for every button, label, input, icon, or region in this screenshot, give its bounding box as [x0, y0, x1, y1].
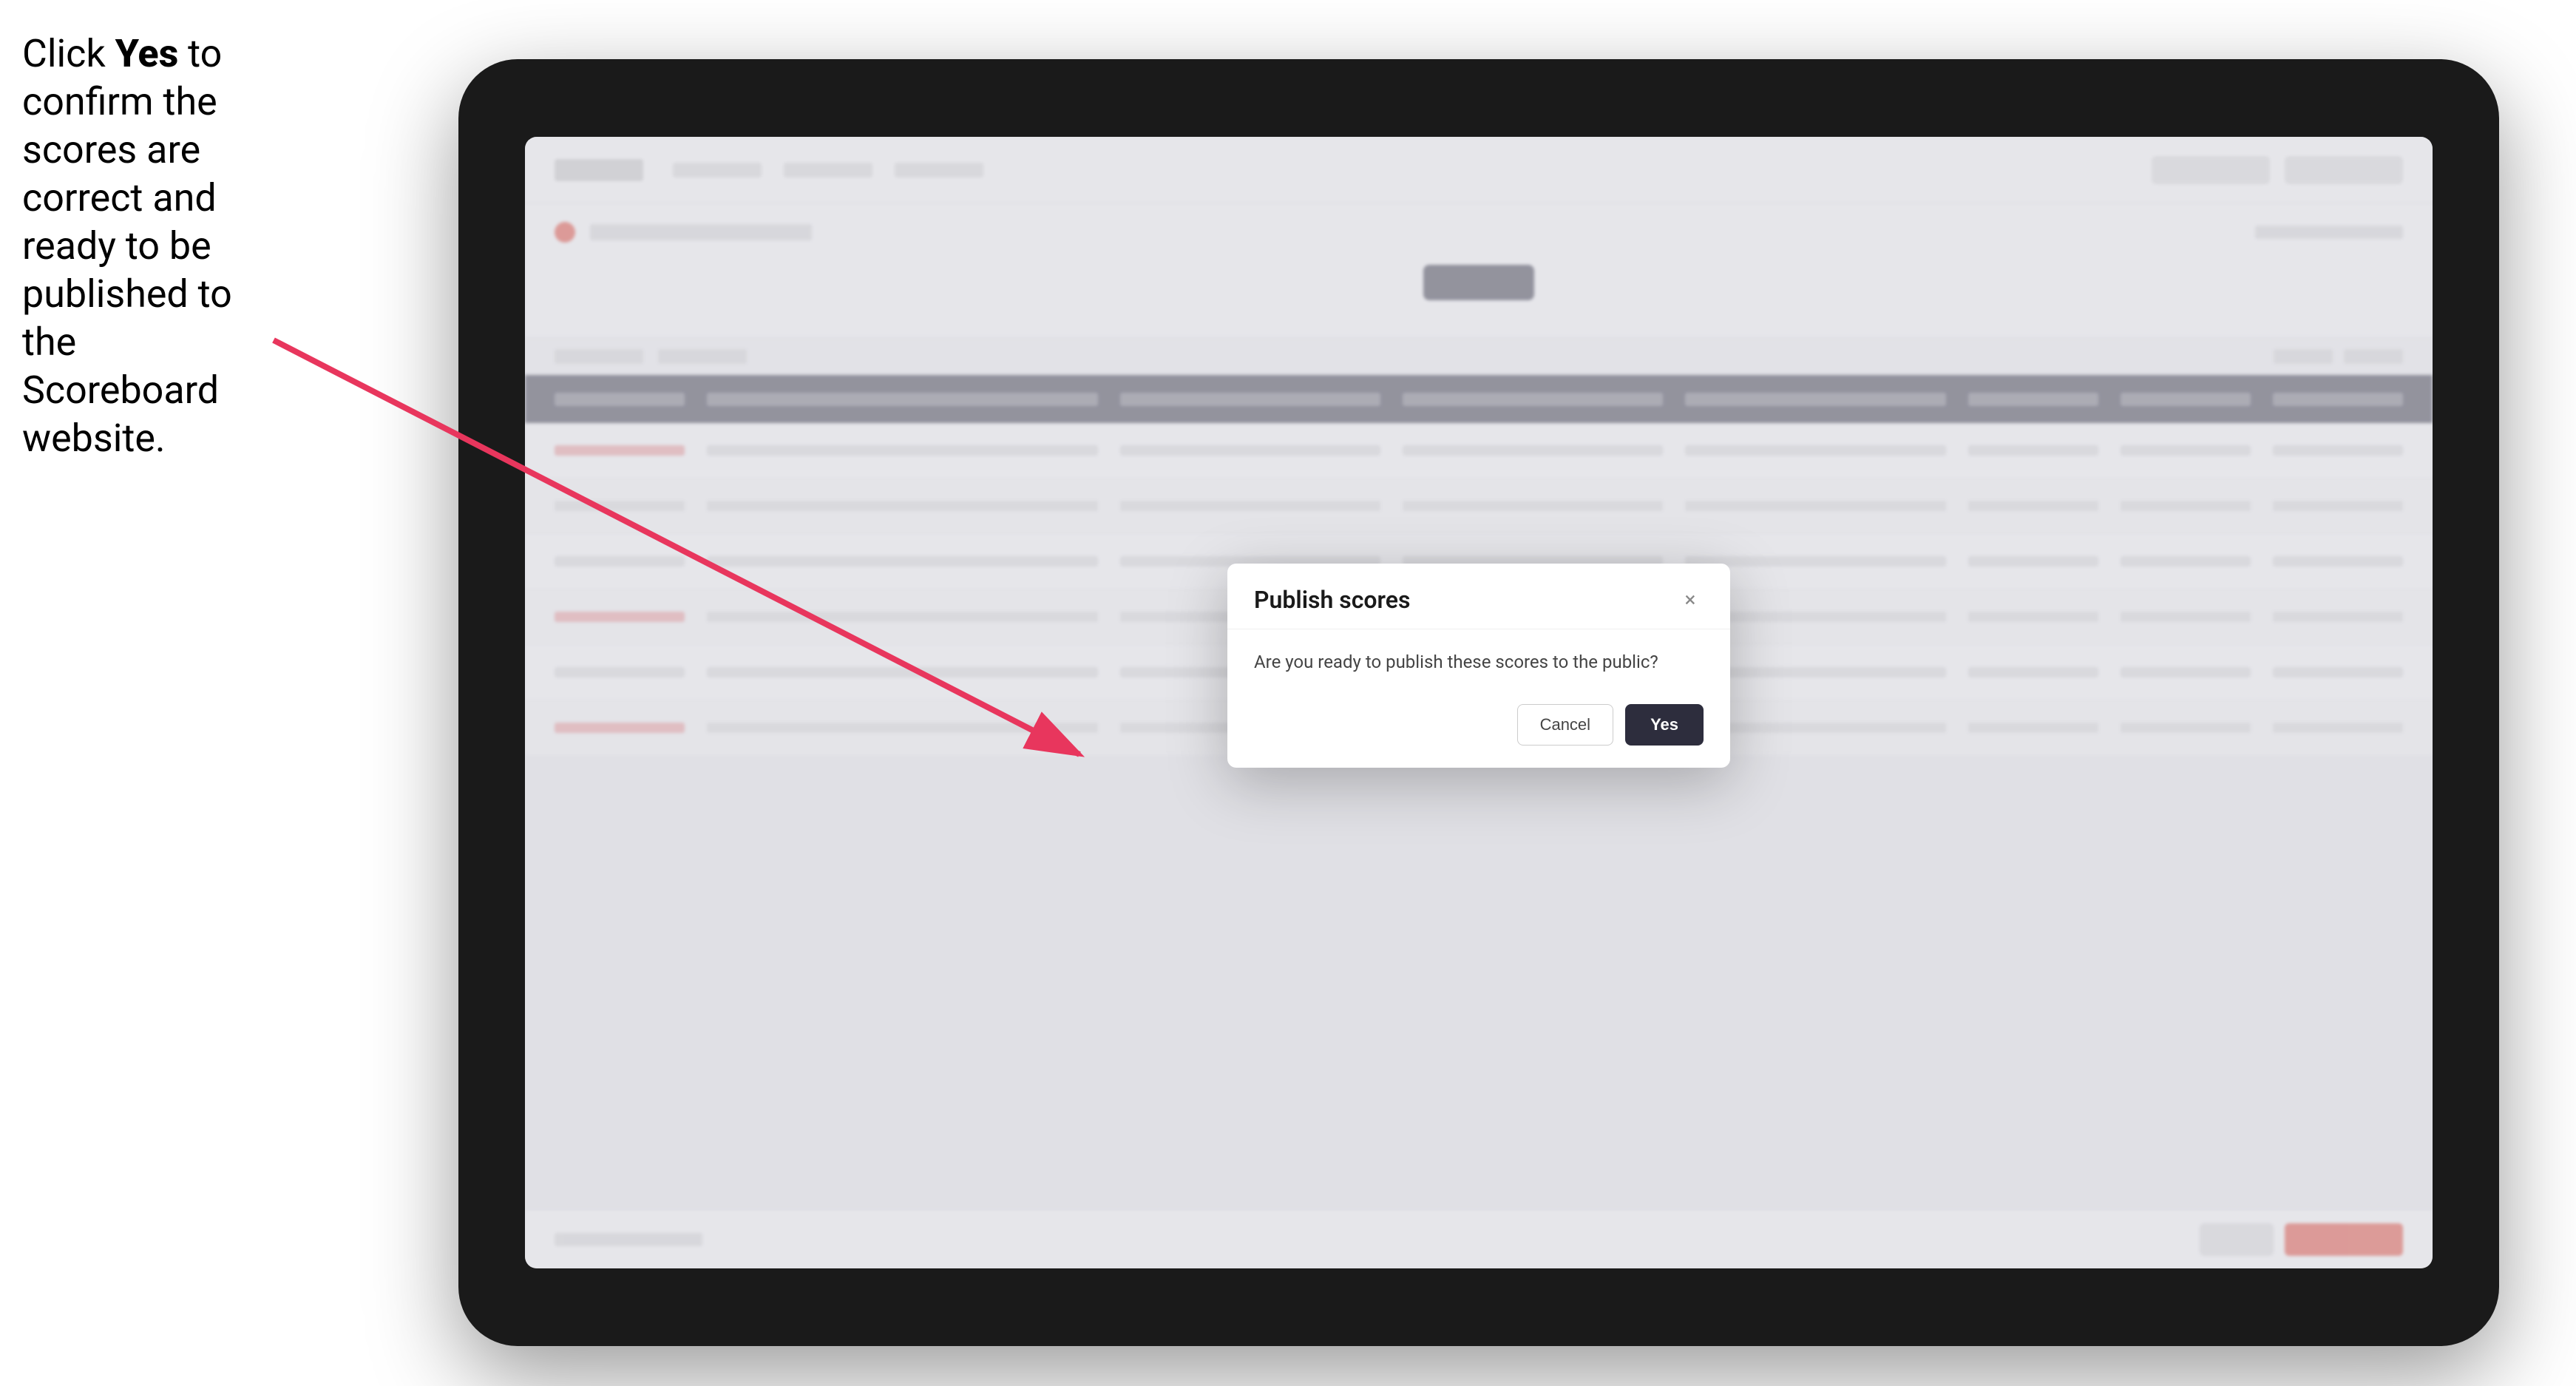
tablet-screen: Publish scores × Are you ready to publis… [525, 137, 2433, 1268]
modal-footer: Cancel Yes [1227, 689, 1730, 768]
instruction-text: Click Yes to confirm the scores are corr… [22, 30, 237, 462]
modal-body: Are you ready to publish these scores to… [1227, 629, 1730, 690]
close-icon[interactable]: × [1677, 586, 1704, 613]
modal-title: Publish scores [1254, 586, 1410, 614]
cancel-button[interactable]: Cancel [1517, 704, 1613, 746]
yes-button[interactable]: Yes [1625, 704, 1704, 746]
tablet-device: Publish scores × Are you ready to publis… [458, 59, 2499, 1346]
publish-scores-dialog: Publish scores × Are you ready to publis… [1227, 564, 1730, 768]
modal-header: Publish scores × [1227, 564, 1730, 629]
modal-overlay: Publish scores × Are you ready to publis… [525, 137, 2433, 1268]
modal-message: Are you ready to publish these scores to… [1254, 650, 1704, 675]
